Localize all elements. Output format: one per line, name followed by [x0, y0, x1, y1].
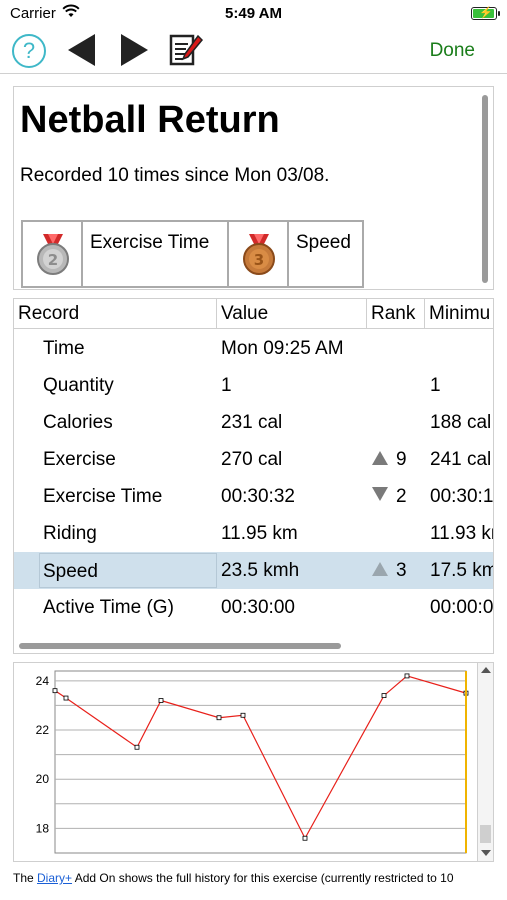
record-minimum: 17.5 kmh — [430, 560, 493, 581]
data-point — [158, 698, 164, 703]
previous-arrow-icon[interactable] — [68, 34, 95, 66]
record-minimum: 00:30:1 — [430, 486, 494, 507]
record-value: Mon 09:25 AM — [221, 338, 344, 359]
bronze-medal-icon: 3 — [228, 221, 288, 287]
svg-text:3: 3 — [254, 251, 264, 269]
rank-value: 9 — [396, 449, 407, 470]
data-point — [404, 673, 410, 679]
table-row[interactable]: Exercise 270 cal 9 241 cal — [14, 441, 493, 478]
record-value: 00:30:32 — [221, 486, 295, 507]
scroll-up-icon[interactable] — [481, 667, 491, 673]
record-minimum: 241 cal — [430, 449, 492, 470]
toolbar: ? Done — [0, 28, 507, 74]
data-point — [134, 744, 140, 750]
scroll-down-icon[interactable] — [481, 850, 491, 856]
next-arrow-icon[interactable] — [121, 34, 148, 66]
record-minimum: 11.93 km — [430, 523, 493, 544]
record-name: Speed — [39, 553, 217, 588]
page-title: Netball Return — [20, 99, 280, 141]
data-point — [52, 688, 58, 694]
status-bar: Carrier 5:49 AM ⚡ — [0, 0, 507, 28]
rank-up-icon — [372, 562, 388, 576]
battery-charging-icon: ⚡ — [471, 7, 500, 20]
award-badges: 2 Exercise Time 3 Speed — [21, 220, 364, 288]
chart-scrollbar[interactable] — [477, 663, 493, 861]
data-point — [302, 835, 308, 841]
rank-up-icon — [372, 451, 388, 465]
line-chart: 24 22 20 18 — [36, 670, 469, 854]
footer-note: The Diary+ Add On shows the full history… — [13, 871, 454, 885]
record-minimum: 188 cal — [430, 412, 492, 433]
record-name: Riding — [43, 523, 97, 544]
clock: 5:49 AM — [225, 5, 282, 22]
record-name: Exercise Time — [43, 486, 163, 507]
y-tick-label: 18 — [36, 821, 50, 835]
horizontal-scrollbar[interactable] — [19, 643, 341, 649]
record-value: 1 — [221, 375, 232, 396]
table-row[interactable]: Riding 11.95 km 11.93 km — [14, 515, 493, 552]
records-table: Record Value Rank Minimu Time Mon 09:25 … — [13, 298, 494, 654]
history-chart: 24 22 20 18 — [13, 662, 494, 862]
record-summary: Recorded 10 times since Mon 03/08. — [20, 165, 330, 186]
record-minimum: 00:00:0 — [430, 597, 494, 618]
record-value: 231 cal — [221, 412, 283, 433]
data-point — [63, 695, 69, 701]
table-row[interactable]: Exercise Time 00:30:32 2 00:30:1 — [14, 478, 494, 515]
column-header-minimum[interactable]: Minimu — [429, 303, 490, 325]
table-row[interactable]: Time Mon 09:25 AM — [14, 330, 493, 367]
data-point — [240, 712, 246, 718]
y-tick-label: 20 — [36, 772, 50, 786]
column-header-value[interactable]: Value — [221, 303, 268, 325]
table-row[interactable]: Quantity 1 1 — [14, 367, 493, 404]
plot-area — [54, 670, 467, 854]
rank-down-icon — [372, 487, 388, 501]
rank-value: 3 — [396, 560, 407, 581]
table-row[interactable]: Active Time (G) 00:30:00 00:00:0 — [14, 589, 494, 626]
vertical-scrollbar[interactable] — [482, 95, 488, 283]
record-name: Calories — [43, 412, 113, 433]
table-row-selected[interactable]: Speed 23.5 kmh 3 17.5 kmh — [14, 552, 493, 589]
record-value: 23.5 kmh — [221, 560, 300, 581]
rank-cell: 3 — [372, 560, 407, 582]
rank-cell: 9 — [372, 449, 407, 471]
rank-cell: 2 — [372, 486, 407, 508]
record-name: Exercise — [43, 449, 116, 470]
badge-label-exercise-time: Exercise Time — [82, 221, 228, 287]
exercise-summary-panel: Netball Return Recorded 10 times since M… — [13, 86, 494, 290]
column-header-record[interactable]: Record — [18, 303, 79, 325]
rank-value: 2 — [396, 486, 407, 507]
record-name: Quantity — [43, 375, 114, 396]
svg-text:2: 2 — [48, 251, 58, 269]
y-tick-label: 24 — [36, 674, 50, 688]
data-point — [381, 693, 387, 698]
record-value: 270 cal — [221, 449, 283, 470]
diary-plus-link[interactable]: Diary+ — [37, 871, 72, 885]
record-value: 11.95 km — [221, 523, 298, 544]
y-tick-label: 22 — [36, 723, 50, 737]
badge-label-speed: Speed — [288, 221, 363, 287]
column-header-rank[interactable]: Rank — [371, 303, 415, 325]
record-name: Time — [43, 338, 85, 359]
table-header: Record Value Rank Minimu — [14, 299, 493, 329]
edit-notes-icon[interactable] — [168, 32, 204, 73]
silver-medal-icon: 2 — [22, 221, 82, 287]
table-row[interactable]: Calories 231 cal 188 cal — [14, 404, 493, 441]
help-icon[interactable]: ? — [12, 34, 46, 68]
done-button[interactable]: Done — [430, 40, 475, 62]
record-name: Active Time (G) — [43, 597, 174, 618]
record-value: 00:30:00 — [221, 597, 295, 618]
record-minimum: 1 — [430, 375, 441, 396]
data-point — [216, 715, 222, 721]
